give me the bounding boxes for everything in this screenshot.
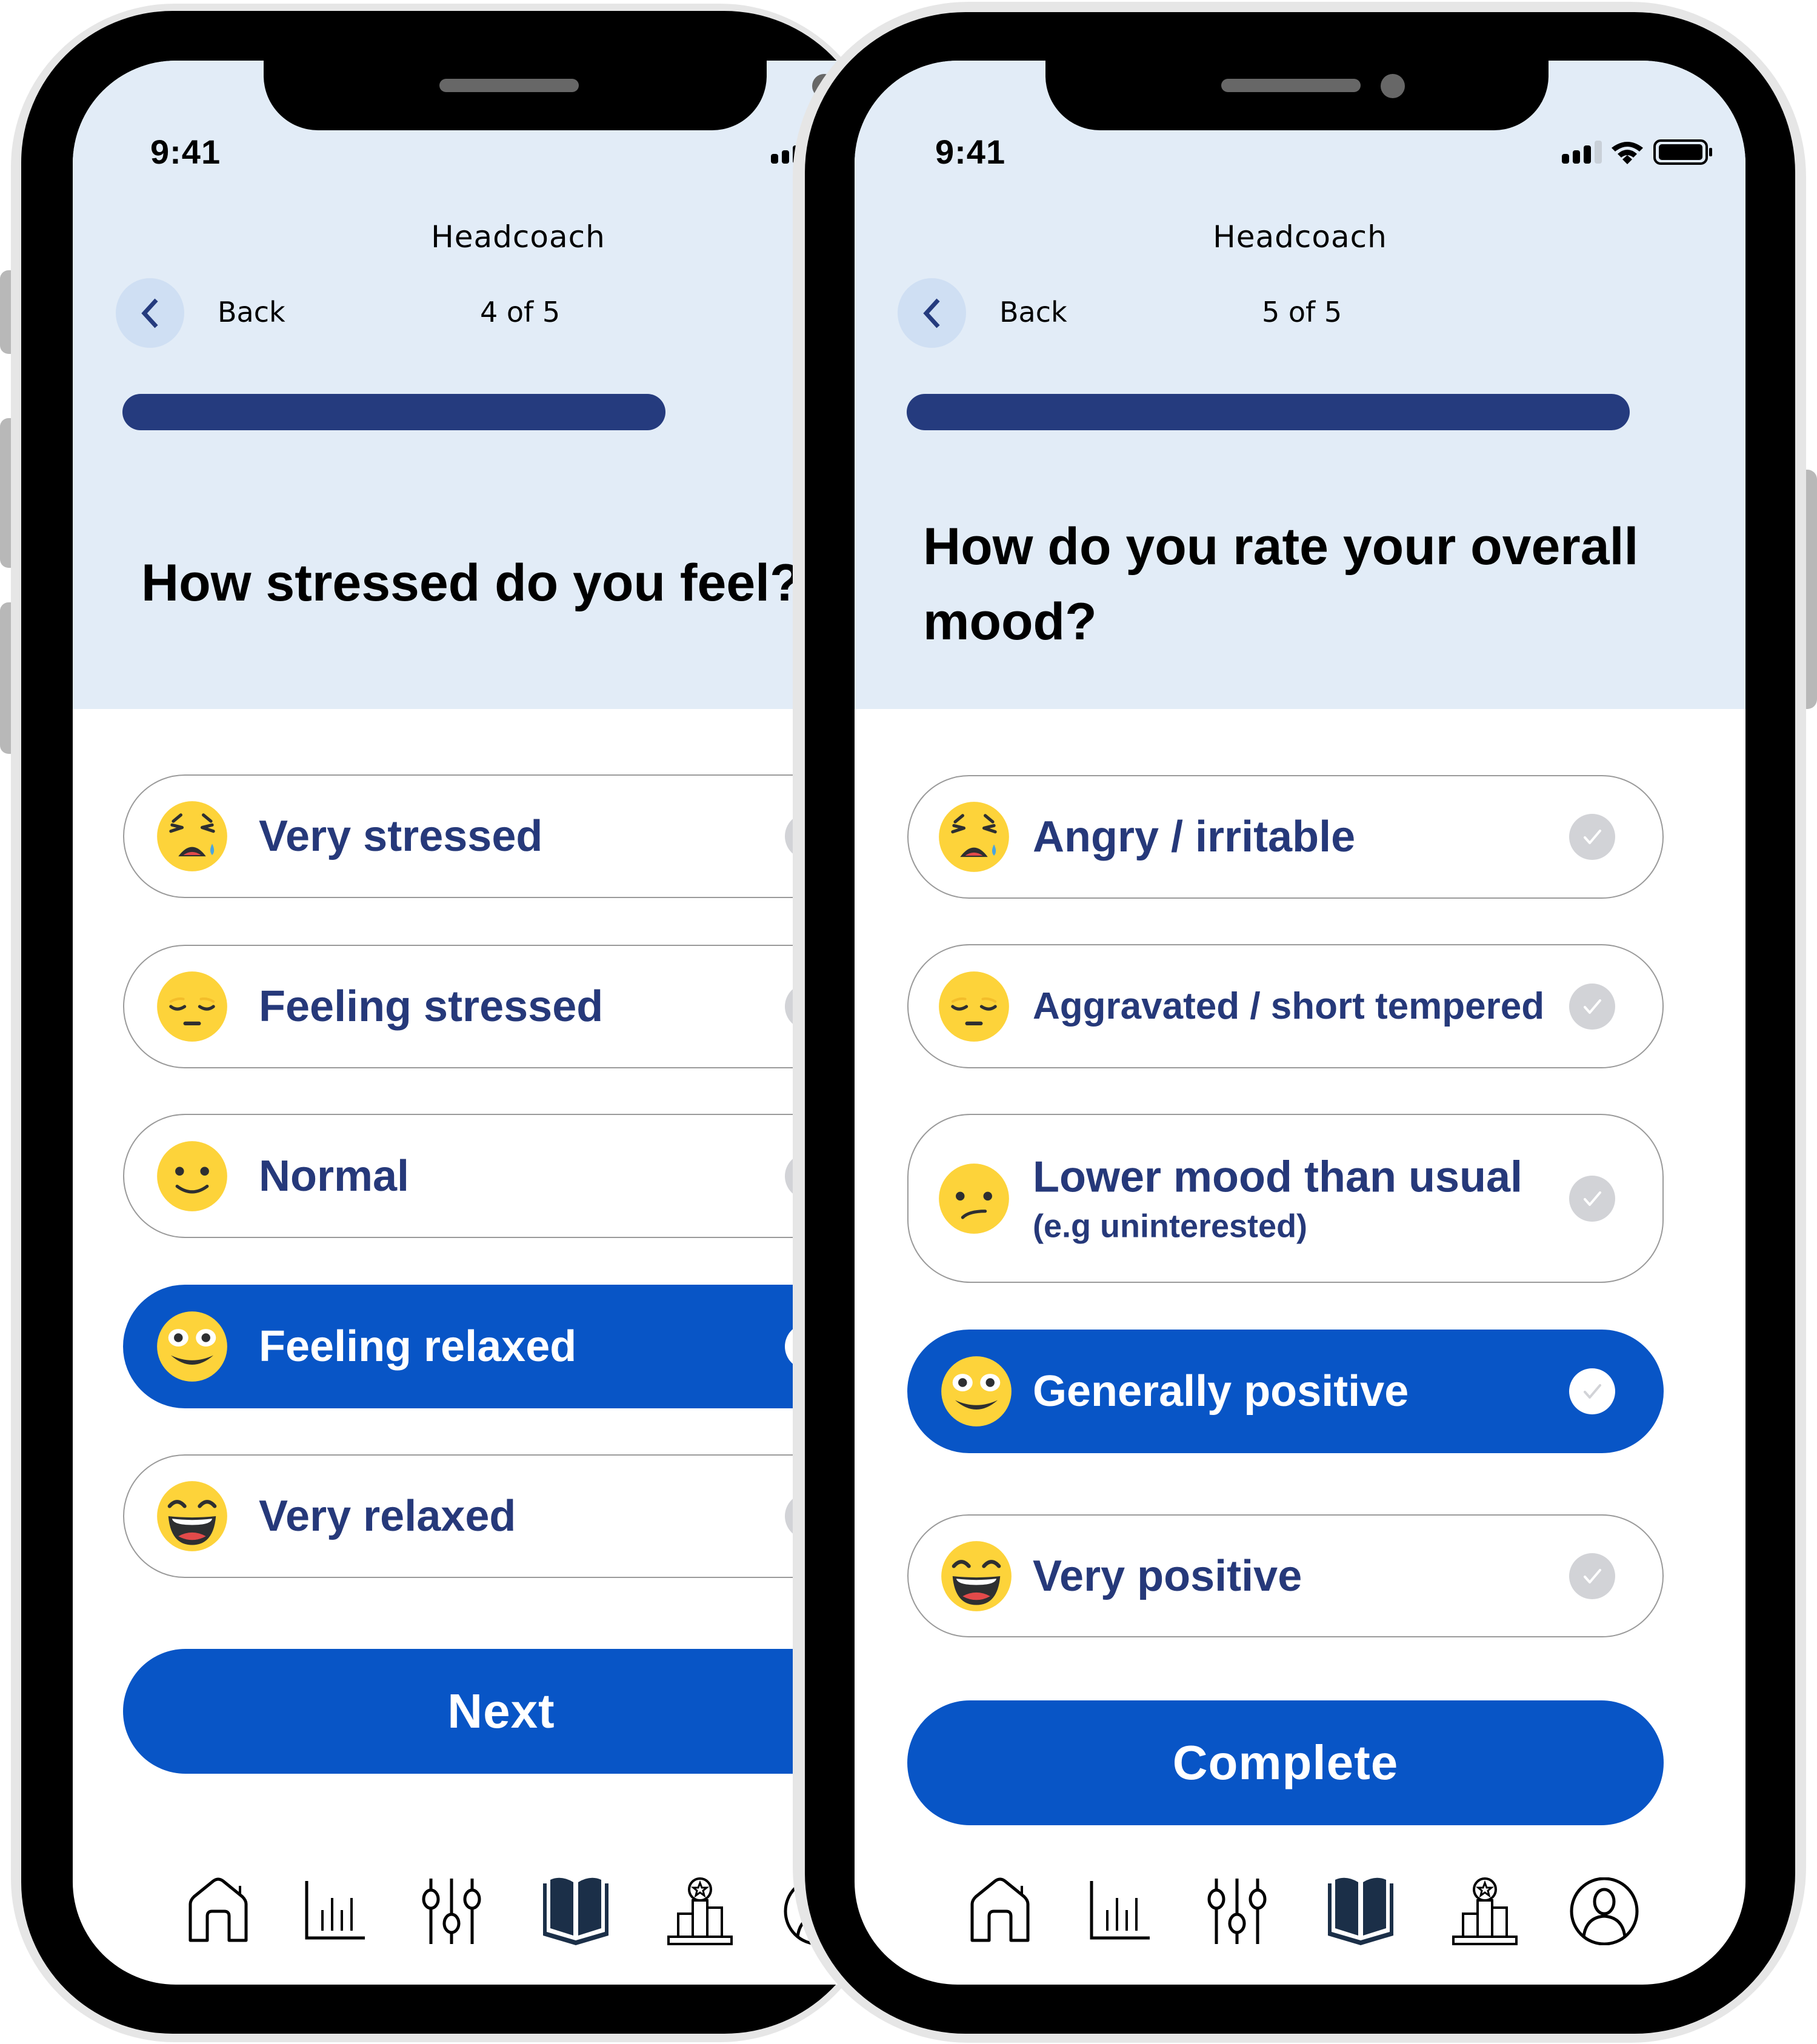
option-very-positive[interactable]: Very positive (907, 1514, 1664, 1637)
weary-face-emoji-icon (936, 799, 1012, 874)
check-icon (1569, 1175, 1615, 1222)
option-feeling-stressed[interactable]: Feeling stressed (123, 945, 879, 1068)
question-title: How stressed do you feel? (141, 554, 802, 612)
option-angry-irritable[interactable]: Angry / irritable (907, 775, 1664, 899)
option-generally-positive[interactable]: Generally positive (907, 1330, 1664, 1453)
option-label: Lower mood than usual (e.g uninterested) (1033, 1151, 1522, 1246)
notch (264, 61, 836, 130)
camera (1381, 74, 1405, 98)
progress-bar (907, 394, 1630, 430)
status-time: 9:41 (150, 133, 221, 171)
option-feeling-relaxed[interactable]: Feeling relaxed (123, 1285, 879, 1408)
chevron-left-icon (141, 298, 158, 328)
nav-home[interactable] (964, 1877, 1036, 1945)
question-title: How do you rate your overall mood? (923, 518, 1639, 651)
check-icon (1569, 1553, 1615, 1599)
option-label-text: Very positive (1033, 1551, 1302, 1600)
battery-icon (1653, 138, 1714, 166)
confused-face-emoji-icon (936, 1161, 1012, 1236)
profile-icon (1570, 1877, 1639, 1946)
check-icon (1569, 1368, 1615, 1414)
nav-profile[interactable] (1568, 1877, 1641, 1946)
nav-settings[interactable] (1201, 1877, 1273, 1945)
trophy-podium-icon (1452, 1877, 1518, 1945)
option-label-text: Feeling stressed (259, 982, 604, 1031)
bar-chart-icon (305, 1881, 365, 1940)
nav-achievements[interactable] (1449, 1877, 1521, 1945)
option-label: Very stressed (259, 810, 542, 862)
back-button[interactable] (116, 278, 184, 348)
step-indicator: 4 of 5 (480, 296, 561, 328)
option-label: Feeling stressed (259, 980, 603, 1033)
option-label-text: Aggravated / short tempered (1033, 985, 1545, 1027)
step-indicator: 5 of 5 (1262, 296, 1342, 328)
home-icon (970, 1877, 1030, 1942)
option-label-text: Feeling relaxed (259, 1322, 577, 1371)
option-label: Generally positive (1033, 1365, 1409, 1417)
option-label-text: Generally positive (1033, 1367, 1409, 1416)
progress-fill (907, 394, 1630, 430)
back-link[interactable]: Back (999, 296, 1067, 328)
grinning-wide-eyes-face-emoji-icon (939, 1354, 1014, 1429)
home-icon (188, 1877, 248, 1942)
option-normal[interactable]: Normal (123, 1114, 879, 1238)
check-icon (1569, 983, 1615, 1030)
option-label: Feeling relaxed (259, 1320, 576, 1373)
back-link[interactable]: Back (218, 296, 285, 328)
option-label-text: Normal (259, 1151, 410, 1200)
progress-bar (122, 394, 801, 430)
nav-home[interactable] (182, 1877, 255, 1945)
nav-stats[interactable] (1083, 1877, 1156, 1945)
phone-screen: 9:41 Headcoach Back 5 of 5 How do you ra… (855, 61, 1745, 1985)
check-icon (1569, 814, 1615, 860)
signal-icon (1561, 138, 1603, 166)
wifi-icon (1609, 138, 1645, 166)
nav-achievements[interactable] (664, 1877, 736, 1945)
option-sublabel: (e.g uninterested) (1033, 1208, 1308, 1245)
nav-settings[interactable] (415, 1877, 488, 1945)
option-label: Very relaxed (259, 1490, 516, 1542)
laughing-face-emoji-icon (939, 1539, 1014, 1614)
option-label-text: Angry / irritable (1033, 812, 1356, 861)
progress-fill (122, 394, 665, 430)
next-button[interactable]: Next (123, 1649, 879, 1774)
trophy-podium-icon (667, 1877, 733, 1945)
sliders-icon (1207, 1879, 1267, 1944)
app-title: Headcoach (1213, 219, 1387, 255)
speaker (1221, 79, 1361, 92)
notch (1045, 61, 1549, 130)
option-lower-mood[interactable]: Lower mood than usual (e.g uninterested) (907, 1114, 1664, 1283)
pensive-face-emoji-icon (155, 969, 230, 1044)
weary-face-emoji-icon (155, 799, 230, 874)
option-label: Angry / irritable (1033, 811, 1355, 863)
book-icon (543, 1877, 608, 1945)
sliders-icon (422, 1879, 481, 1944)
bar-chart-icon (1090, 1881, 1150, 1940)
laughing-face-emoji-icon (155, 1479, 230, 1554)
option-very-relaxed[interactable]: Very relaxed (123, 1454, 879, 1578)
option-label-text: Very relaxed (259, 1491, 516, 1540)
option-label-text: Very stressed (259, 811, 543, 861)
speaker (439, 79, 579, 92)
status-time: 9:41 (935, 133, 1006, 171)
pensive-face-emoji-icon (936, 969, 1012, 1044)
option-label: Aggravated / short tempered (1033, 984, 1544, 1028)
grinning-wide-eyes-face-emoji-icon (155, 1309, 230, 1384)
chevron-left-icon (922, 298, 940, 328)
option-aggravated-short-tempered[interactable]: Aggravated / short tempered (907, 944, 1664, 1068)
book-icon (1328, 1877, 1393, 1945)
option-label: Normal (259, 1150, 409, 1202)
option-very-stressed[interactable]: Very stressed (123, 774, 879, 898)
nav-stats[interactable] (298, 1877, 371, 1945)
nav-library[interactable] (1324, 1877, 1397, 1945)
option-label: Very positive (1033, 1550, 1302, 1602)
back-button[interactable] (898, 278, 966, 348)
option-label-text: Lower mood than usual (1033, 1152, 1523, 1201)
slightly-smiling-face-emoji-icon (155, 1139, 230, 1214)
complete-button[interactable]: Complete (907, 1700, 1664, 1825)
nav-library[interactable] (539, 1877, 612, 1945)
